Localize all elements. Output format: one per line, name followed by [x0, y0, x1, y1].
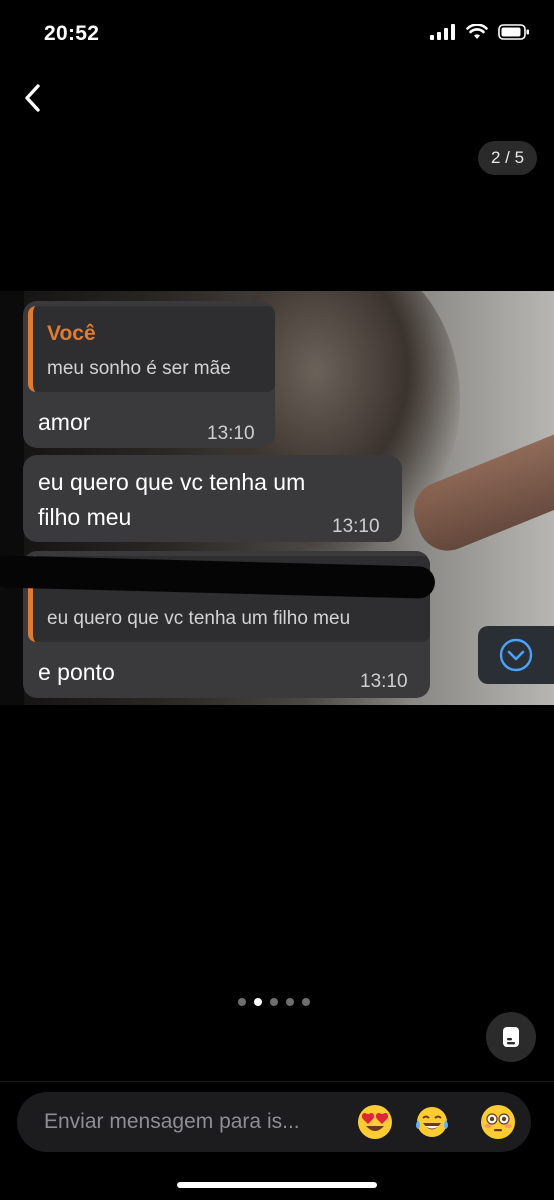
page-dot: [270, 998, 278, 1006]
battery-icon: [498, 24, 529, 40]
message-text: e ponto: [38, 659, 115, 685]
message-time: 13:10: [332, 516, 380, 537]
message-input[interactable]: Enviar mensagem para is...: [17, 1092, 531, 1152]
wifi-icon: [466, 24, 488, 39]
message-text: amor: [38, 409, 91, 435]
status-time: 20:52: [44, 22, 100, 45]
scroll-down-button: [478, 626, 554, 684]
page-dot: [286, 998, 294, 1006]
back-button[interactable]: [18, 80, 50, 116]
status-icons: [430, 24, 530, 40]
status-bar: 20:52: [0, 0, 554, 70]
chevron-left-icon: [25, 84, 40, 112]
page-dot: [238, 998, 246, 1006]
story-image[interactable]: Você meu sonho é ser mãe amor 13:10 eu q…: [0, 291, 554, 705]
quote-text: meu sonho é ser mãe: [47, 358, 231, 379]
home-indicator: [177, 1182, 377, 1188]
message-time: 13:10: [207, 423, 255, 444]
note-button[interactable]: [486, 1012, 536, 1062]
page-counter: 2 / 5: [478, 141, 537, 175]
flushed-emoji-icon[interactable]: [480, 1104, 516, 1140]
message-bubble: eu quero que vc tenha um filho meu 13:10: [23, 455, 402, 542]
note-icon: [503, 1027, 519, 1047]
message-text-line: eu quero que vc tenha um: [38, 469, 306, 495]
page-dot-active: [254, 998, 262, 1006]
message-text-line: filho meu: [38, 504, 132, 530]
chevron-down-circle-icon: [499, 638, 533, 672]
quote-author: Você: [47, 322, 96, 345]
signal-icon: [430, 24, 455, 40]
message-time: 13:10: [360, 671, 408, 692]
reply-quote: Você meu sonho é ser mãe: [28, 306, 275, 392]
pagination-dots: [238, 998, 310, 1006]
message-input-placeholder: Enviar mensagem para is...: [44, 1110, 300, 1133]
message-bubble: Você meu sonho é ser mãe amor 13:10: [23, 301, 275, 448]
tears-of-joy-emoji-icon[interactable]: [414, 1104, 450, 1140]
heart-eyes-emoji-icon[interactable]: [357, 1104, 393, 1140]
quote-text: eu quero que vc tenha um filho meu: [47, 608, 351, 629]
page-dot: [302, 998, 310, 1006]
divider: [0, 1081, 554, 1082]
